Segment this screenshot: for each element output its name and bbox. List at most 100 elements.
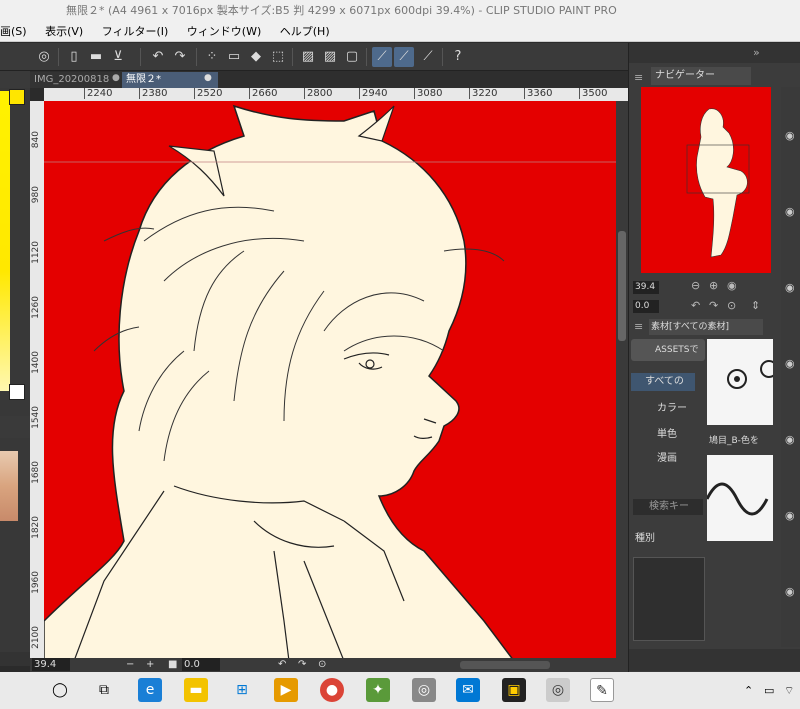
separator xyxy=(366,48,367,66)
navigator-rotate-left-icon[interactable]: ↶ xyxy=(691,299,700,312)
transform-icon[interactable]: ⬚ xyxy=(268,47,288,67)
eye-icon[interactable]: ◉ xyxy=(785,585,795,598)
crop-icon[interactable]: ▢ xyxy=(342,47,362,67)
drawing-canvas[interactable] xyxy=(44,101,616,661)
navigator-zoom-out-icon[interactable]: ⊖ xyxy=(691,279,700,292)
navigator-flip-icon[interactable]: ⇕ xyxy=(751,299,760,312)
zoom-in-icon[interactable]: + xyxy=(146,658,154,672)
ruler-left: 840 980 1120 1260 1400 1540 1680 1820 1960 2100 xyxy=(30,101,44,661)
app-icon[interactable]: ◎ xyxy=(412,678,436,702)
snap-special-ruler-icon[interactable]: ⟋ xyxy=(394,47,414,67)
ruler-tick-label: 2100 xyxy=(31,626,41,649)
snap-grid-icon[interactable]: ⟋ xyxy=(418,47,438,67)
panel-menu-icon[interactable]: ≡ xyxy=(634,71,643,84)
task-view-icon[interactable]: ⧉ xyxy=(92,678,116,702)
reset-rotation-icon[interactable]: ⊙ xyxy=(318,658,326,672)
main-color-swatch[interactable] xyxy=(9,89,25,105)
deselect-icon[interactable]: ▭ xyxy=(224,47,244,67)
navigator-fit-icon[interactable]: ◉ xyxy=(727,279,737,292)
ruler-tick-label: 1960 xyxy=(31,571,41,594)
clip-studio-taskbar-icon[interactable]: ◎ xyxy=(546,678,570,702)
assets-button[interactable]: ASSETSで xyxy=(631,339,705,361)
eye-icon[interactable]: ◉ xyxy=(785,205,795,218)
tab-close-icon[interactable]: ● xyxy=(204,73,212,83)
navigator-tab-label: ナビゲーター xyxy=(655,70,715,81)
app-icon[interactable]: ✦ xyxy=(366,678,390,702)
tab-close-icon[interactable]: ● xyxy=(112,73,120,83)
materials-menu-icon[interactable]: ≡ xyxy=(634,320,643,333)
eye-icon[interactable]: ◉ xyxy=(785,509,795,522)
wave-thumbnail xyxy=(705,482,769,516)
eye-icon[interactable]: ◉ xyxy=(785,281,795,294)
zoom-field[interactable]: 39.4 xyxy=(32,658,70,671)
help-icon[interactable]: ? xyxy=(448,47,468,67)
command-bar: ◎ ▯ ▬ ⊻ ↶ ↷ ⁘ ▭ ◆ ⬚ ▨ ▨ ▢ ⟋ ⟋ ⟋ ? xyxy=(0,43,628,71)
clear-icon[interactable]: ▨ xyxy=(298,47,318,67)
sub-color-swatch[interactable] xyxy=(9,384,25,400)
ruler-tick-label: 3080 xyxy=(414,88,442,99)
tree-item-mono[interactable]: 単色 xyxy=(657,425,677,440)
tree-item-manga[interactable]: 漫画 xyxy=(657,449,677,464)
navigator-preview[interactable] xyxy=(641,87,771,273)
eye-icon[interactable]: ◉ xyxy=(785,433,795,446)
tree-item-all[interactable]: すべての xyxy=(631,373,695,391)
start-search-icon[interactable]: ◯ xyxy=(48,678,72,702)
navigator-rotation-field[interactable]: 0.0 xyxy=(633,300,659,313)
eye-icon[interactable]: ◉ xyxy=(785,357,795,370)
new-file-icon[interactable]: ▯ xyxy=(64,47,84,67)
chrome-icon[interactable]: ● xyxy=(320,678,344,702)
fill-icon[interactable]: ◆ xyxy=(246,47,266,67)
material-thumb-caption: 鳩目_B-色を xyxy=(709,436,759,446)
collapse-icon[interactable]: » xyxy=(753,46,760,59)
app-icon[interactable]: ▣ xyxy=(502,678,526,702)
tab-img-20200818[interactable]: IMG_20200818 xyxy=(30,72,120,88)
snap-ruler-icon[interactable]: ⟋ xyxy=(372,47,392,67)
layer-visibility-column: ◉ ◉ ◉ ◉ ◉ ◉ ◉ xyxy=(781,87,800,647)
material-thumb-wave[interactable] xyxy=(705,455,773,541)
menu-item-filter[interactable]: フィルター(I) xyxy=(96,22,178,42)
file-explorer-icon[interactable]: ▬ xyxy=(184,678,208,702)
clip-studio-paint-taskbar-icon[interactable]: ✎ xyxy=(590,678,614,702)
tree-item-color[interactable]: カラー xyxy=(657,399,687,414)
network-icon[interactable]: ⌔ xyxy=(784,684,794,698)
clip-studio-icon[interactable]: ◎ xyxy=(34,47,54,67)
media-player-icon[interactable]: ▶ xyxy=(274,678,298,702)
tab-materials[interactable]: 素材[すべての素材] xyxy=(649,319,763,335)
redo-icon[interactable]: ↷ xyxy=(170,47,190,67)
menu-item-window[interactable]: ウィンドウ(W) xyxy=(181,22,270,42)
separator xyxy=(196,48,197,66)
skin-color-set[interactable] xyxy=(0,451,18,521)
save-icon[interactable]: ⊻ xyxy=(108,47,128,67)
navigator-reset-icon[interactable]: ⊙ xyxy=(727,299,736,312)
material-thumb-eyelets[interactable] xyxy=(707,339,778,425)
tray-chevron-icon[interactable]: ⌃ xyxy=(744,684,753,697)
menu-item-page[interactable]: 画(S) xyxy=(0,22,36,42)
ruler-tick-label: 1540 xyxy=(31,406,41,429)
eyelet-thumbnail xyxy=(727,360,778,389)
store-icon[interactable]: ⊞ xyxy=(230,678,254,702)
zoom-out-icon[interactable]: − xyxy=(126,658,134,672)
color-gradient-strip[interactable] xyxy=(0,91,10,391)
rotate-left-icon[interactable]: ↶ xyxy=(278,658,286,672)
rotation-field[interactable]: 0.0 xyxy=(182,658,220,671)
clear-outside-icon[interactable]: ▨ xyxy=(320,47,340,67)
materials-search-input[interactable]: 検索キー xyxy=(633,499,703,515)
battery-icon[interactable]: ▭ xyxy=(764,684,774,697)
menu-item-view[interactable]: 表示(V) xyxy=(39,22,92,42)
rotate-right-icon[interactable]: ↷ xyxy=(298,658,306,672)
select-all-icon[interactable]: ⁘ xyxy=(202,47,222,67)
open-folder-icon[interactable]: ▬ xyxy=(86,47,106,67)
scroll-thumb[interactable] xyxy=(618,231,626,341)
horizontal-scroll-thumb[interactable] xyxy=(460,661,550,669)
navigator-rotate-right-icon[interactable]: ↷ xyxy=(709,299,718,312)
tab-navigator[interactable]: ナビゲーター xyxy=(651,67,751,85)
vertical-scrollbar[interactable] xyxy=(616,101,628,661)
mail-icon[interactable]: ✉ xyxy=(456,678,480,702)
eye-icon[interactable]: ◉ xyxy=(785,129,795,142)
undo-icon[interactable]: ↶ xyxy=(148,47,168,67)
edge-icon[interactable]: e xyxy=(138,678,162,702)
menu-item-help[interactable]: ヘルプ(H) xyxy=(274,22,339,42)
fit-icon[interactable]: ■ xyxy=(168,658,177,672)
navigator-zoom-field[interactable]: 39.4 xyxy=(633,281,659,294)
navigator-zoom-in-icon[interactable]: ⊕ xyxy=(709,279,718,292)
